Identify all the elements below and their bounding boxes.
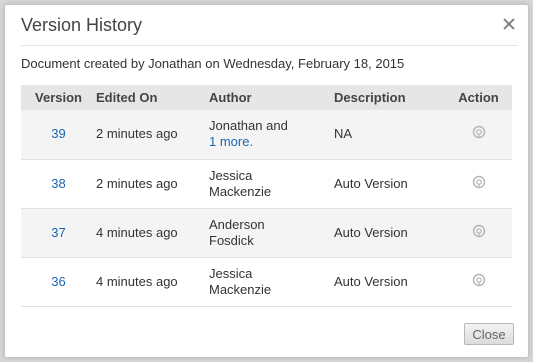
header-edited-on: Edited On [96,90,158,105]
version-link[interactable]: 39 [51,126,65,141]
table-row: 38 2 minutes ago Jessica Mackenzie Auto … [21,159,512,208]
author-name-line2: Mackenzie [209,183,272,199]
author-cell: Jonathan and 1 more. [209,110,334,159]
description-cell: Auto Version [334,224,408,240]
author-name-line2: Mackenzie [209,281,272,297]
close-x-icon[interactable] [502,17,516,31]
edited-on-cell: 2 minutes ago [96,175,178,191]
document-created-text: Document created by Jonathan on Wednesda… [21,56,405,71]
table-row: 37 4 minutes ago Anderson Fosdick Auto V… [21,208,512,257]
author-name: Jonathan and [209,118,288,134]
edited-on-cell: 4 minutes ago [96,273,178,289]
version-link[interactable]: 36 [51,274,65,289]
author-name-line1: Jessica [209,167,253,183]
version-link[interactable]: 38 [51,176,65,191]
author-name-line2: Fosdick [209,232,254,248]
restore-icon[interactable] [472,273,486,287]
title-divider [21,45,518,46]
table-header-row: Version Edited On Author Description Act… [21,85,512,110]
edited-on-cell: 4 minutes ago [96,224,178,240]
description-cell: Auto Version [334,175,408,191]
table-row: 39 2 minutes ago Jonathan and 1 more. NA [21,110,512,159]
author-cell: Anderson Fosdick [209,208,334,257]
header-description: Description [334,90,406,105]
restore-icon[interactable] [472,125,486,139]
header-author: Author [209,90,252,105]
restore-icon[interactable] [472,175,486,189]
description-cell: NA [334,126,353,142]
version-link[interactable]: 37 [51,225,65,240]
header-version: Version [35,90,82,105]
dialog-title: Version History [21,15,143,35]
author-name-line1: Jessica [209,265,253,281]
header-action: Action [458,90,499,105]
edited-on-cell: 2 minutes ago [96,126,178,142]
author-cell: Jessica Mackenzie [209,159,334,208]
restore-icon[interactable] [472,224,486,238]
version-history-dialog: Version History Document created by Jona… [4,4,529,358]
author-more-link[interactable]: 1 more. [209,134,334,150]
close-button[interactable]: Close [464,323,514,345]
version-table: Version Edited On Author Description Act… [21,85,512,307]
table-row: 36 4 minutes ago Jessica Mackenzie Auto … [21,257,512,306]
description-cell: Auto Version [334,273,408,289]
author-cell: Jessica Mackenzie [209,257,334,306]
author-name-line1: Anderson [209,216,265,232]
